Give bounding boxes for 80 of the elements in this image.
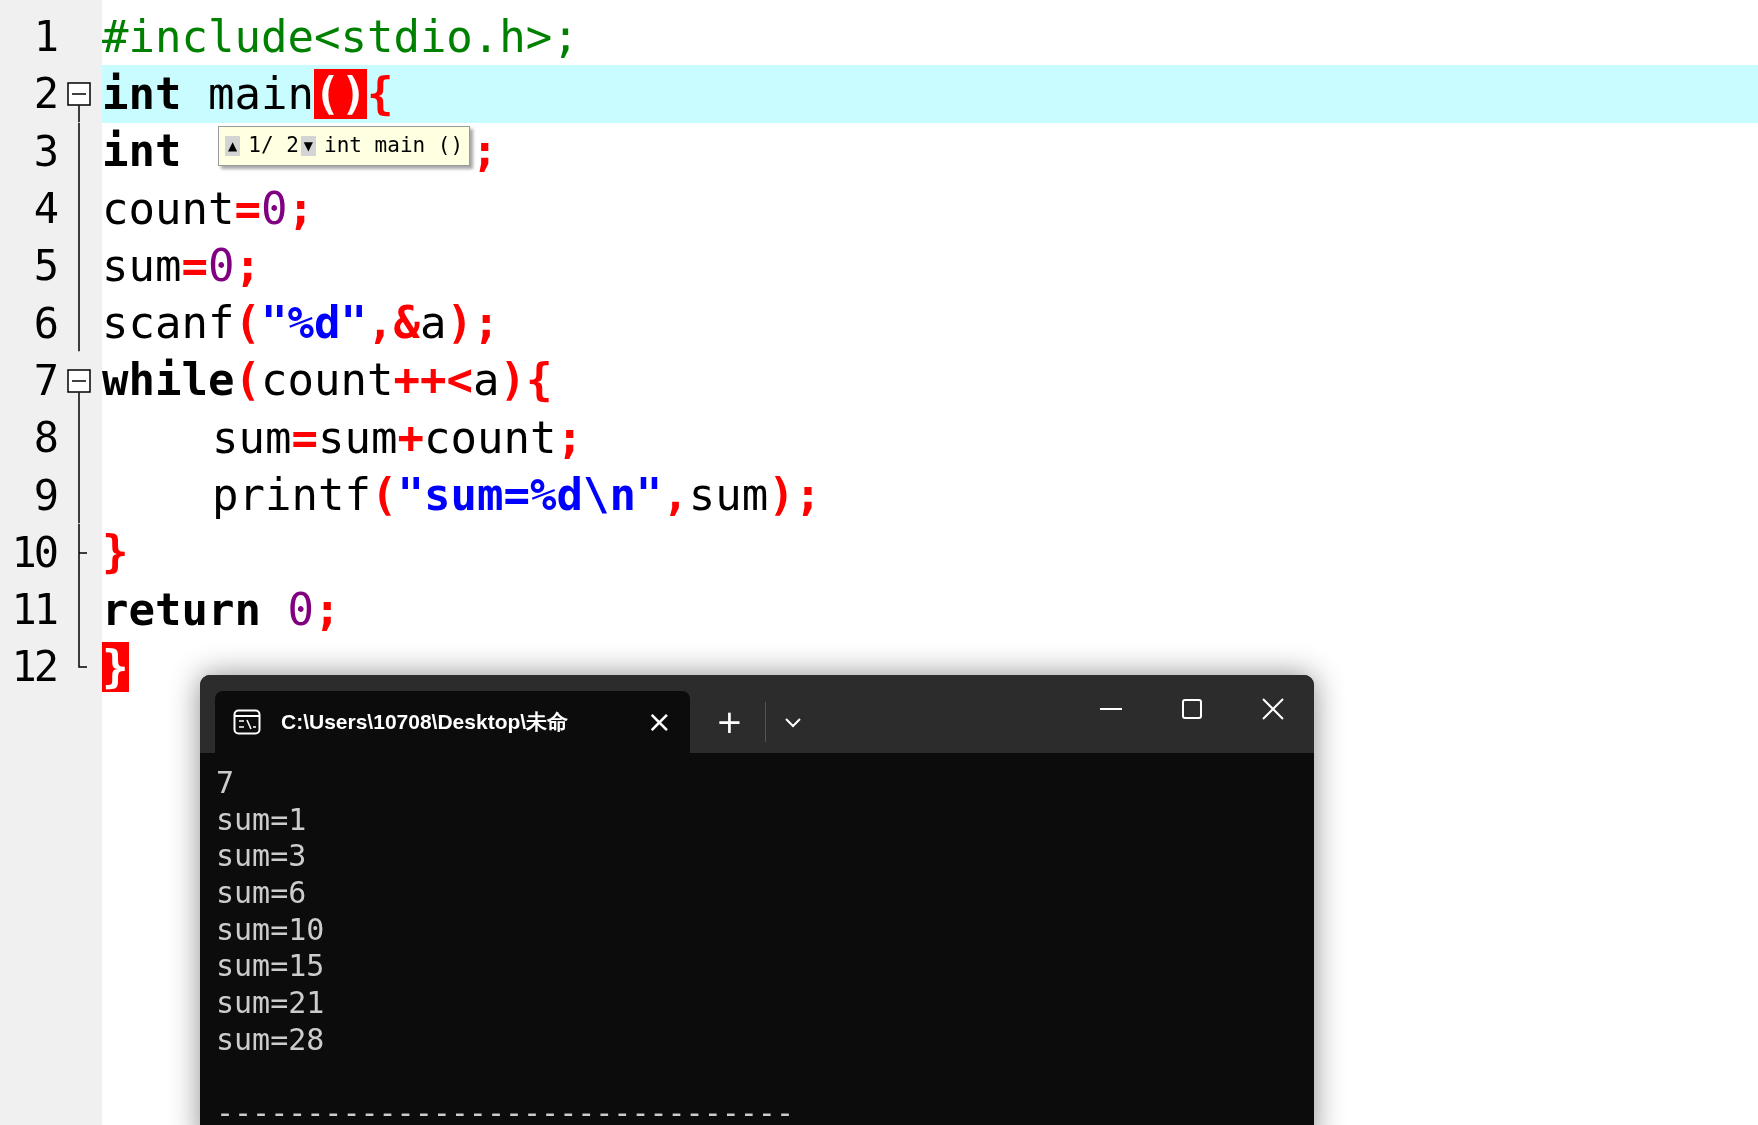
line-number: 11 (10, 584, 56, 637)
console-icon (233, 709, 261, 735)
previous-button[interactable]: ▲ (225, 136, 241, 156)
code-token: return (102, 584, 261, 635)
console-output-line: sum=28 (216, 1021, 325, 1057)
console-output-line: sum=6 (216, 875, 307, 911)
code-token: = (234, 183, 261, 234)
line-number: 9 (32, 469, 56, 522)
code-token: ( (370, 470, 398, 520)
code-token: count (260, 355, 394, 406)
console-output-line: sum=3 (216, 838, 307, 874)
new-tab-button[interactable]: + (712, 706, 747, 738)
line-number: 1 (32, 11, 56, 64)
code-token: printf (212, 470, 371, 520)
code-token: main (206, 68, 314, 119)
code-token: 0 (208, 240, 235, 291)
code-token: ){ (499, 355, 553, 406)
code-token: a (472, 355, 500, 406)
code-token: ; (287, 183, 314, 234)
code-token: count (102, 183, 235, 234)
code-token: sum (318, 412, 398, 463)
code-token: #include<stdio.h>; (102, 11, 579, 62)
line-number: 6 (32, 297, 56, 350)
console-output-line: sum=21 (216, 985, 325, 1021)
code-token: = (291, 412, 318, 463)
code-token: ; (234, 240, 261, 291)
code-token: sum (212, 412, 292, 463)
line-number: 4 (32, 183, 56, 236)
next-button[interactable]: ▼ (300, 136, 317, 156)
code-token: } (102, 527, 129, 578)
code-token: ( (234, 355, 261, 406)
code-token: + (397, 412, 424, 463)
code-token: scanf (102, 298, 235, 349)
code-token: int (102, 68, 182, 119)
code-token: = (181, 240, 208, 291)
line-number: 2 (32, 68, 56, 121)
code-token: int (102, 126, 182, 177)
line-number: 10 (10, 526, 56, 579)
code-token: , (662, 470, 689, 520)
code-token: ; (556, 412, 583, 463)
code-token: { (366, 68, 394, 119)
function-signature: int main () (324, 132, 464, 160)
minimize-icon[interactable] (1100, 707, 1122, 711)
code-token: "sum=%d\n" (397, 470, 663, 520)
code-token: ; (471, 126, 498, 177)
maximize-icon[interactable] (1182, 699, 1202, 719)
terminal-tab[interactable]: C:\Users\10708\Desktop\未命 × (215, 691, 690, 753)
close-tab-button[interactable]: × (646, 707, 672, 737)
line-number: 5 (32, 240, 56, 293)
console-output-line: sum=10 (216, 911, 325, 947)
line-number: 12 (10, 641, 56, 694)
matched-bracket: } (102, 641, 129, 692)
console-output-line: sum=15 (216, 948, 325, 984)
matched-bracket: () (313, 68, 367, 119)
code-token: sum (688, 470, 769, 520)
code-token: while (102, 355, 235, 406)
line-number: 7 (32, 354, 56, 407)
code-token: ( (234, 298, 261, 349)
code-token: ++< (393, 355, 473, 406)
close-icon[interactable] (1262, 698, 1284, 720)
console-output-line: 7 (216, 765, 235, 800)
console-output-line: sum=1 (216, 801, 307, 837)
code-token: ; (313, 584, 341, 635)
code-token: sum (102, 240, 182, 291)
code-token: 0 (260, 183, 288, 234)
code-token: 0 (286, 584, 314, 635)
code-token: ,& (366, 298, 420, 349)
overload-counter: 1/ 2 (248, 132, 299, 160)
code-token: count (423, 412, 557, 463)
line-number: 3 (32, 125, 56, 178)
code-token: "%d" (260, 298, 367, 349)
code-token: ); (446, 298, 500, 349)
line-number: 8 (32, 412, 56, 465)
fold-collapse-icon[interactable] (67, 82, 91, 107)
fold-collapse-icon[interactable] (67, 369, 91, 393)
chevron-down-icon[interactable] (783, 716, 802, 728)
tab-title: C:\Users\10708\Desktop\未命 (281, 709, 569, 736)
separator-line: -------------------------------- (216, 1095, 795, 1125)
code-token: ); (768, 470, 822, 520)
code-token: a (419, 298, 447, 349)
